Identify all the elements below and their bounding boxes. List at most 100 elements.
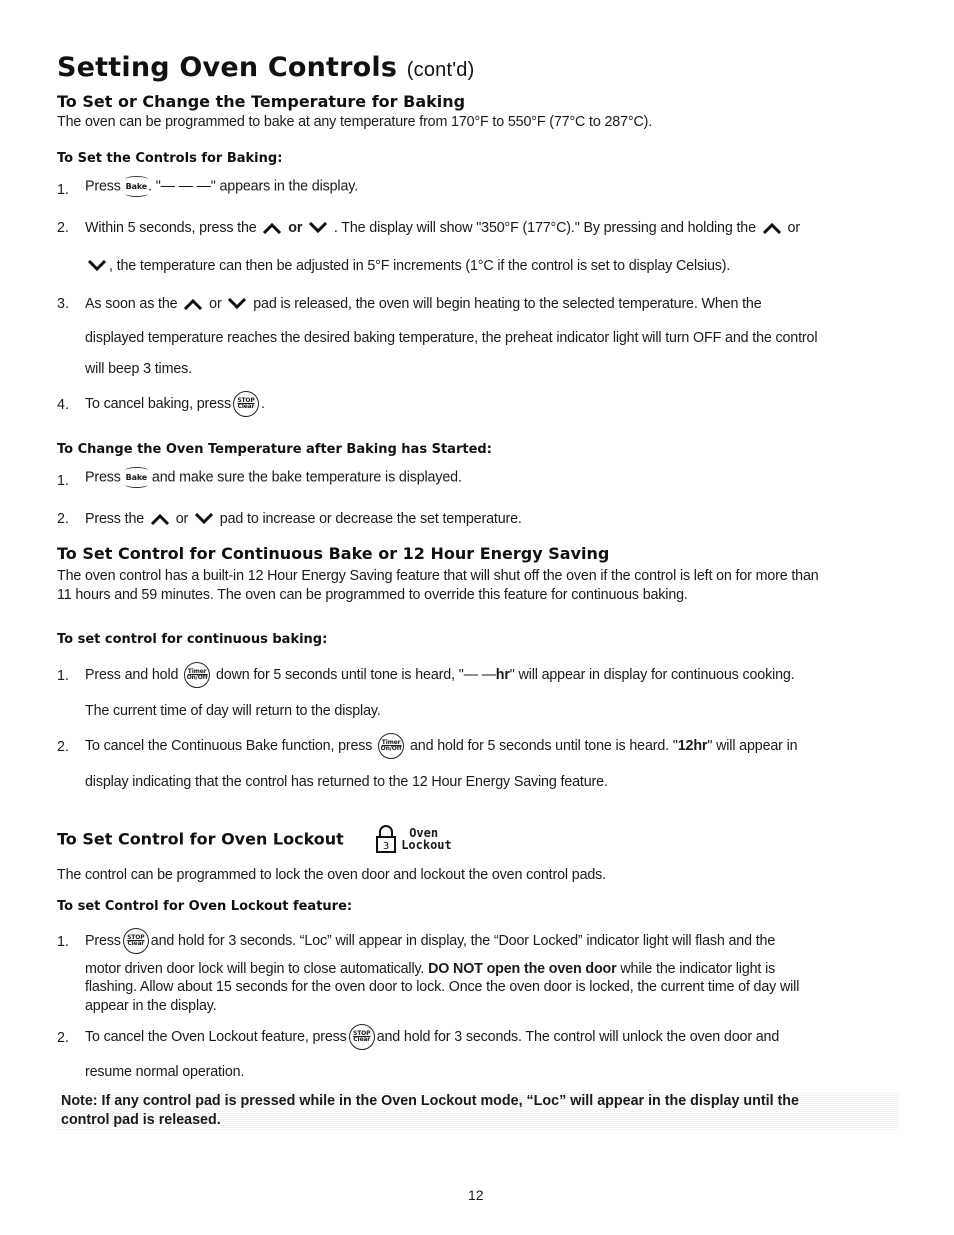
- step-set-bake-1: Press Bake. "— — —" appears in the displ…: [85, 176, 358, 197]
- key-label: Clear: [237, 403, 255, 410]
- step-text: " will appear in: [707, 737, 798, 754]
- timer-on-off-key-icon: Timer On/Off: [378, 733, 405, 759]
- down-arrow-pad-icon: [309, 222, 328, 234]
- note-text: control pad is released.: [61, 1112, 221, 1128]
- step-number: 1.: [57, 473, 69, 489]
- step-text: and hold for 3 seconds. “Loc” will appea…: [150, 932, 776, 949]
- key-label: Clear: [353, 1036, 371, 1043]
- step-text: and make sure the bake temperature is di…: [151, 469, 462, 486]
- step-text: To cancel the Continuous Bake function, …: [85, 737, 373, 754]
- step-change-2: Press the or pad to increase or decrease…: [85, 511, 522, 527]
- oven-lockout-key-icon: 3: [375, 825, 396, 853]
- step-text: resume normal operation.: [85, 1064, 245, 1080]
- step-text: The current time of day will return to t…: [85, 703, 381, 719]
- step-text: pad to increase or decrease the set temp…: [219, 511, 522, 527]
- key-label: Clear: [127, 940, 145, 947]
- step-text: , the temperature can then be adjusted i…: [109, 258, 731, 274]
- step-continuous-2: To cancel the Continuous Bake function, …: [85, 733, 798, 759]
- step-text: down for 5 seconds until tone is heard, …: [215, 666, 496, 683]
- bold-text: hr: [495, 666, 510, 683]
- step-continuous-1: Press and hold Timer On/Off down for 5 se…: [85, 662, 795, 688]
- step-number: 3.: [57, 296, 69, 312]
- up-arrow-pad-icon: [150, 514, 169, 526]
- step-text: Press: [85, 469, 121, 486]
- step-text: will beep 3 times.: [85, 361, 192, 377]
- down-arrow-pad-icon: [87, 260, 107, 272]
- section-intro-continuous-bake: The oven control has a built-in 12 Hour …: [57, 568, 819, 584]
- or-text: or: [288, 220, 303, 236]
- step-text: appear in the display.: [85, 998, 217, 1014]
- page-number: 12: [468, 1187, 484, 1203]
- step-set-bake-4: To cancel baking, press STOP Clear.: [85, 391, 265, 417]
- up-arrow-pad-icon: [184, 299, 203, 311]
- step-text: and hold for 3 seconds. The control will…: [376, 1028, 780, 1045]
- section-intro-continuous-bake: 11 hours and 59 minutes. The oven can be…: [57, 587, 688, 603]
- manual-page: Setting Oven Controls (cont'd) To Set or…: [0, 0, 954, 1235]
- bake-key-icon: Bake: [124, 176, 149, 197]
- step-text: and hold for 5 seconds until tone is hea…: [409, 737, 678, 754]
- step-number: 2.: [57, 220, 69, 236]
- step-number: 1.: [57, 668, 69, 684]
- stop-clear-key-icon: STOP Clear: [348, 1024, 375, 1050]
- lockout-label-line: Lockout: [401, 838, 452, 852]
- subheading-set-controls-baking: To Set the Controls for Baking:: [57, 151, 283, 166]
- page-title: Setting Oven Controls (cont'd): [57, 52, 474, 83]
- timer-on-off-key-icon: Timer On/Off: [184, 662, 211, 688]
- step-text: motor driven door lock will begin to clo…: [85, 961, 775, 977]
- step-number: 1.: [57, 182, 69, 198]
- step-text: motor driven door lock will begin to clo…: [85, 961, 425, 977]
- bold-text: 12hr: [677, 737, 708, 754]
- step-number: 1.: [57, 934, 69, 950]
- section-heading-continuous-bake: To Set Control for Continuous Bake or 12…: [57, 544, 610, 563]
- step-number: 4.: [57, 397, 69, 413]
- subheading-continuous-baking: To set control for continuous baking:: [57, 632, 328, 647]
- step-set-bake-3: As soon as the or pad is released, the o…: [85, 296, 762, 312]
- section-heading-oven-lockout: To Set Control for Oven Lockout 3 Oven L…: [57, 824, 452, 854]
- step-text: pad is released, the oven will begin hea…: [253, 296, 762, 312]
- step-text: .: [260, 395, 265, 412]
- step-text: Press: [85, 178, 121, 195]
- bake-key-icon: Bake: [124, 467, 149, 488]
- step-text: flashing. Allow about 15 seconds for the…: [85, 979, 800, 995]
- section-heading-text: To Set Control for Oven Lockout: [57, 829, 344, 849]
- step-text: As soon as the: [85, 296, 178, 312]
- or-text: or: [175, 511, 189, 527]
- step-number: 2.: [57, 511, 69, 527]
- page-title-main: Setting Oven Controls: [57, 52, 398, 83]
- section-heading-temperature: To Set or Change the Temperature for Bak…: [57, 92, 466, 111]
- section-intro-oven-lockout: The control can be programmed to lock th…: [57, 867, 606, 883]
- step-text: To cancel baking, press: [85, 395, 231, 412]
- note-box: Note: If any control pad is pressed whil…: [57, 1092, 899, 1130]
- step-set-bake-2: Within 5 seconds, press the or . The dis…: [85, 220, 800, 236]
- subheading-oven-lockout-feature: To set Control for Oven Lockout feature:: [57, 899, 353, 914]
- step-text: Within 5 seconds, press the: [85, 220, 257, 236]
- key-label: On/Off: [380, 745, 402, 752]
- step-text: display indicating that the control has …: [85, 774, 608, 790]
- bake-key-label: Bake: [125, 182, 148, 191]
- down-arrow-pad-icon: [194, 513, 214, 525]
- step-text: " will appear in display for continuous …: [509, 666, 795, 683]
- step-change-1: Press Bake and make sure the bake temper…: [85, 467, 462, 488]
- stop-clear-key-icon: STOP Clear: [232, 391, 259, 417]
- step-text: Press: [85, 932, 121, 949]
- or-text: or: [209, 296, 222, 312]
- step-text: displayed temperature reaches the desire…: [85, 330, 818, 346]
- lock-icon-number: 3: [383, 841, 389, 852]
- step-text: Press and hold: [85, 666, 179, 683]
- step-lockout-2: To cancel the Oven Lockout feature, pres…: [85, 1024, 779, 1050]
- subheading-change-temperature: To Change the Oven Temperature after Bak…: [57, 442, 492, 457]
- step-set-bake-2-cont: , the temperature can then be adjusted i…: [85, 258, 730, 274]
- up-arrow-pad-icon: [762, 223, 781, 235]
- oven-lockout-label: Oven Lockout: [401, 827, 452, 851]
- step-number: 2.: [57, 739, 69, 755]
- or-text: or: [787, 220, 801, 236]
- step-lockout-1: Press STOP Clear and hold for 3 seconds. “L…: [85, 928, 775, 954]
- step-text: To cancel the Oven Lockout feature, pres…: [85, 1028, 347, 1045]
- down-arrow-pad-icon: [228, 298, 247, 310]
- step-text: Press the: [85, 511, 145, 527]
- step-text: while the indicator light is: [620, 961, 776, 977]
- section-intro-temperature: The oven can be programmed to bake at an…: [57, 114, 653, 130]
- key-label: On/Off: [186, 674, 208, 681]
- up-arrow-pad-icon: [263, 223, 282, 235]
- warning-text: DO NOT open the oven door: [428, 961, 617, 977]
